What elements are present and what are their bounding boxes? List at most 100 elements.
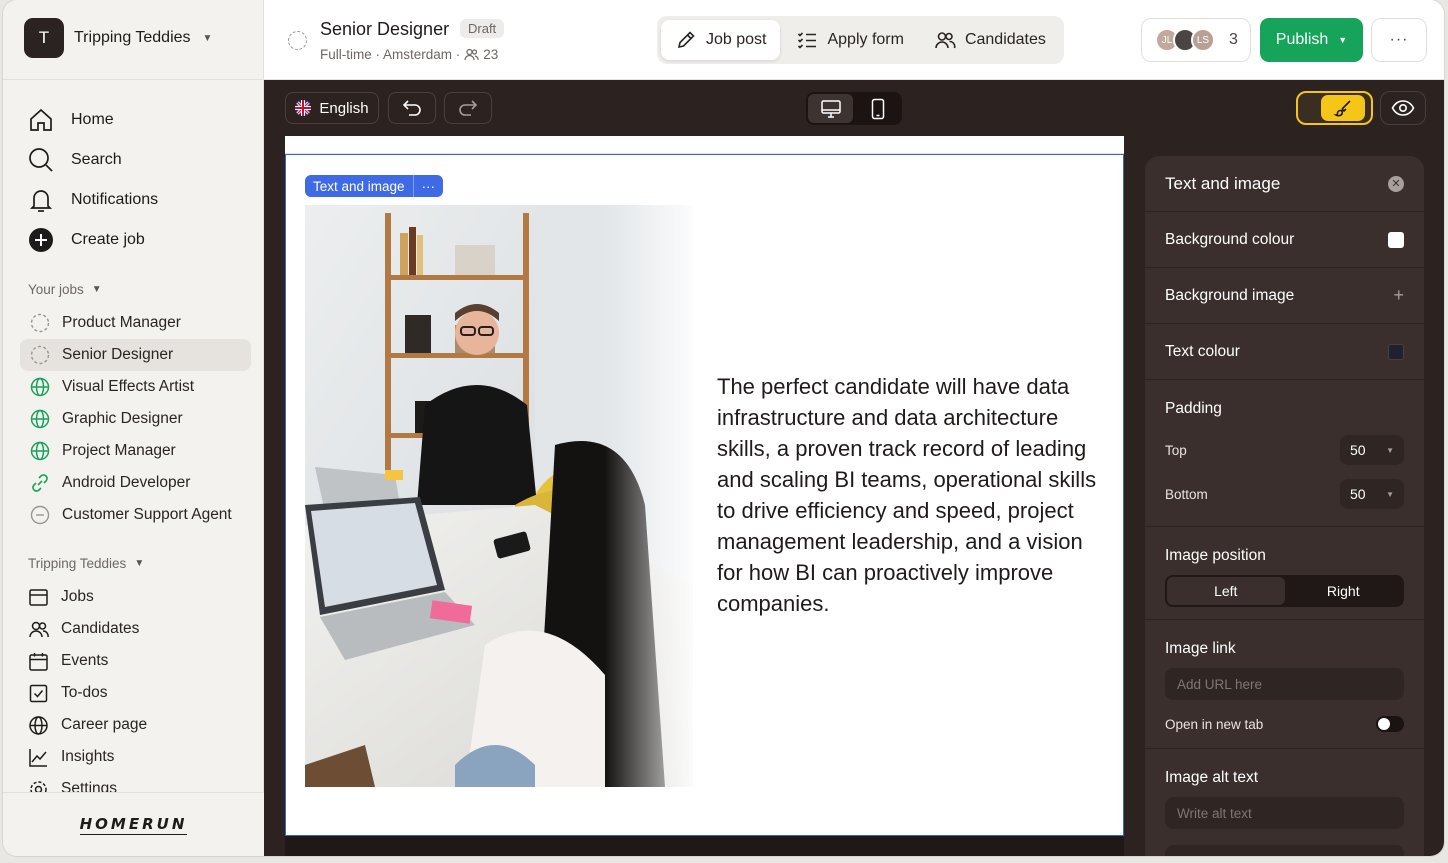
style-mode-button[interactable]: [1296, 91, 1373, 125]
publish-button[interactable]: Publish ▼: [1260, 18, 1363, 62]
text-colour-swatch[interactable]: [1388, 343, 1404, 360]
link-career-page[interactable]: Career page: [28, 709, 147, 741]
job-meta: Full-time · Amsterdam · 23: [320, 47, 499, 62]
padding-bottom-select[interactable]: 50 ▼: [1340, 479, 1404, 509]
eye-icon: [1391, 100, 1415, 116]
more-options-button[interactable]: ···: [1371, 18, 1427, 62]
tab-job-post[interactable]: Job post: [661, 20, 781, 60]
job-item-visual-effects-artist[interactable]: Visual Effects Artist: [20, 371, 251, 403]
link-todos[interactable]: To-dos: [28, 677, 147, 709]
background-colour-swatch[interactable]: [1388, 231, 1404, 248]
image-alt-label: Image alt text: [1165, 769, 1259, 786]
nav-home[interactable]: Home: [27, 100, 158, 140]
block-image[interactable]: [305, 205, 693, 787]
homerun-logo: HOMERUN: [79, 814, 188, 835]
block-label[interactable]: Text and image ···: [305, 175, 444, 197]
previous-block[interactable]: [285, 136, 1124, 154]
pencil-icon: [677, 31, 695, 49]
open-new-tab-toggle[interactable]: [1376, 716, 1404, 732]
job-item-senior-designer[interactable]: Senior Designer: [20, 339, 251, 371]
preview-button[interactable]: [1380, 91, 1426, 125]
link-jobs[interactable]: Jobs: [28, 581, 147, 613]
editor-toolbar: English: [264, 80, 1444, 136]
status-badge: Draft: [460, 19, 505, 38]
draft-status-icon: [30, 313, 50, 333]
job-item-customer-support-agent[interactable]: Customer Support Agent: [20, 499, 251, 531]
image-position-left[interactable]: Left: [1167, 577, 1285, 605]
avatar: LS: [1191, 28, 1215, 52]
collaborators-button[interactable]: JL LS 3: [1141, 18, 1251, 62]
globe-icon: [29, 715, 48, 735]
undo-icon: [402, 100, 421, 116]
checkbox-icon: [29, 684, 48, 702]
link-events[interactable]: Events: [28, 645, 147, 677]
uk-flag-icon: [295, 100, 312, 116]
your-jobs-heading[interactable]: Your jobs ▼: [28, 282, 102, 297]
background-colour-row[interactable]: Background colour: [1145, 212, 1424, 268]
editor-canvas: Text and image ··· The perfect candidate…: [264, 136, 1444, 856]
close-icon[interactable]: ✕: [1388, 175, 1404, 192]
panel-header: Text and image ✕: [1145, 156, 1424, 212]
workspace-avatar: T: [24, 18, 64, 58]
block-body-text[interactable]: The perfect candidate will have data inf…: [717, 371, 1112, 619]
tab-apply-form[interactable]: Apply form: [782, 20, 917, 60]
paintbrush-icon: [1333, 100, 1351, 117]
sidebar: T Tripping Teddies ▼ Home Search Notific…: [3, 0, 264, 856]
nav-label: Create job: [71, 231, 145, 248]
bell-icon: [29, 190, 53, 212]
nav-label: Search: [71, 151, 122, 168]
image-link-input[interactable]: Add URL here: [1165, 668, 1404, 700]
job-item-product-manager[interactable]: Product Manager: [20, 307, 251, 339]
panel-title: Text and image: [1165, 173, 1281, 193]
text-colour-row[interactable]: Text colour: [1145, 324, 1424, 380]
undo-button[interactable]: [388, 92, 436, 124]
redo-button[interactable]: [444, 92, 492, 124]
nav-search[interactable]: Search: [27, 140, 158, 180]
job-item-graphic-designer[interactable]: Graphic Designer: [20, 403, 251, 435]
plus-icon[interactable]: +: [1393, 285, 1404, 306]
your-jobs-list: Product Manager Senior Designer Visual E…: [20, 307, 251, 531]
candidates-icon: [29, 621, 49, 637]
company-section-heading[interactable]: Tripping Teddies ▼: [28, 556, 144, 571]
panel-truncated-button[interactable]: [1165, 845, 1404, 856]
nav-label: Notifications: [71, 191, 159, 208]
block-options-button[interactable]: ···: [412, 175, 444, 197]
globe-icon: [30, 377, 50, 397]
divider: [3, 79, 264, 80]
text-and-image-block[interactable]: Text and image ··· The perfect candidate…: [285, 154, 1124, 836]
top-header: Senior Designer Draft Full-time · Amster…: [264, 0, 1444, 80]
image-link-section: Image link Add URL here Open in new tab: [1145, 620, 1424, 749]
job-item-project-manager[interactable]: Project Manager: [20, 435, 251, 467]
desktop-view-button[interactable]: [808, 94, 853, 123]
mobile-view-button[interactable]: [855, 94, 900, 123]
link-candidates[interactable]: Candidates: [28, 613, 147, 645]
calendar-icon: [29, 652, 48, 671]
collaborator-count: 3: [1229, 31, 1238, 48]
draft-status-icon: [288, 31, 307, 50]
block-settings-panel: Text and image ✕ Background colour Backg…: [1145, 156, 1424, 856]
image-alt-section: Image alt text Write alt text: [1145, 749, 1424, 856]
image-position-label: Image position: [1165, 547, 1266, 564]
app-window: T Tripping Teddies ▼ Home Search Notific…: [3, 0, 1444, 856]
nav-create-job[interactable]: Create job: [27, 220, 158, 260]
tab-candidates[interactable]: Candidates: [920, 20, 1060, 60]
office-photo: [305, 205, 693, 787]
globe-icon: [30, 409, 50, 429]
job-item-android-developer[interactable]: Android Developer: [20, 467, 251, 499]
job-title: Senior Designer: [320, 19, 450, 39]
padding-label: Padding: [1165, 400, 1222, 417]
jobs-icon: [29, 588, 48, 606]
image-position-right[interactable]: Right: [1285, 577, 1403, 605]
language-selector[interactable]: English: [285, 92, 379, 124]
draft-status-icon: [30, 345, 50, 365]
chevron-down-icon: ▼: [1386, 489, 1394, 499]
image-alt-input[interactable]: Write alt text: [1165, 797, 1404, 829]
workspace-switcher[interactable]: T Tripping Teddies ▼: [24, 18, 212, 58]
main-nav: Home Search Notifications Create job: [27, 100, 158, 260]
background-image-row[interactable]: Background image +: [1145, 268, 1424, 324]
padding-top-select[interactable]: 50 ▼: [1340, 435, 1404, 465]
device-toggle: [806, 92, 902, 125]
desktop-icon: [820, 99, 841, 118]
nav-notifications[interactable]: Notifications: [27, 180, 158, 220]
link-insights[interactable]: Insights: [28, 741, 147, 773]
